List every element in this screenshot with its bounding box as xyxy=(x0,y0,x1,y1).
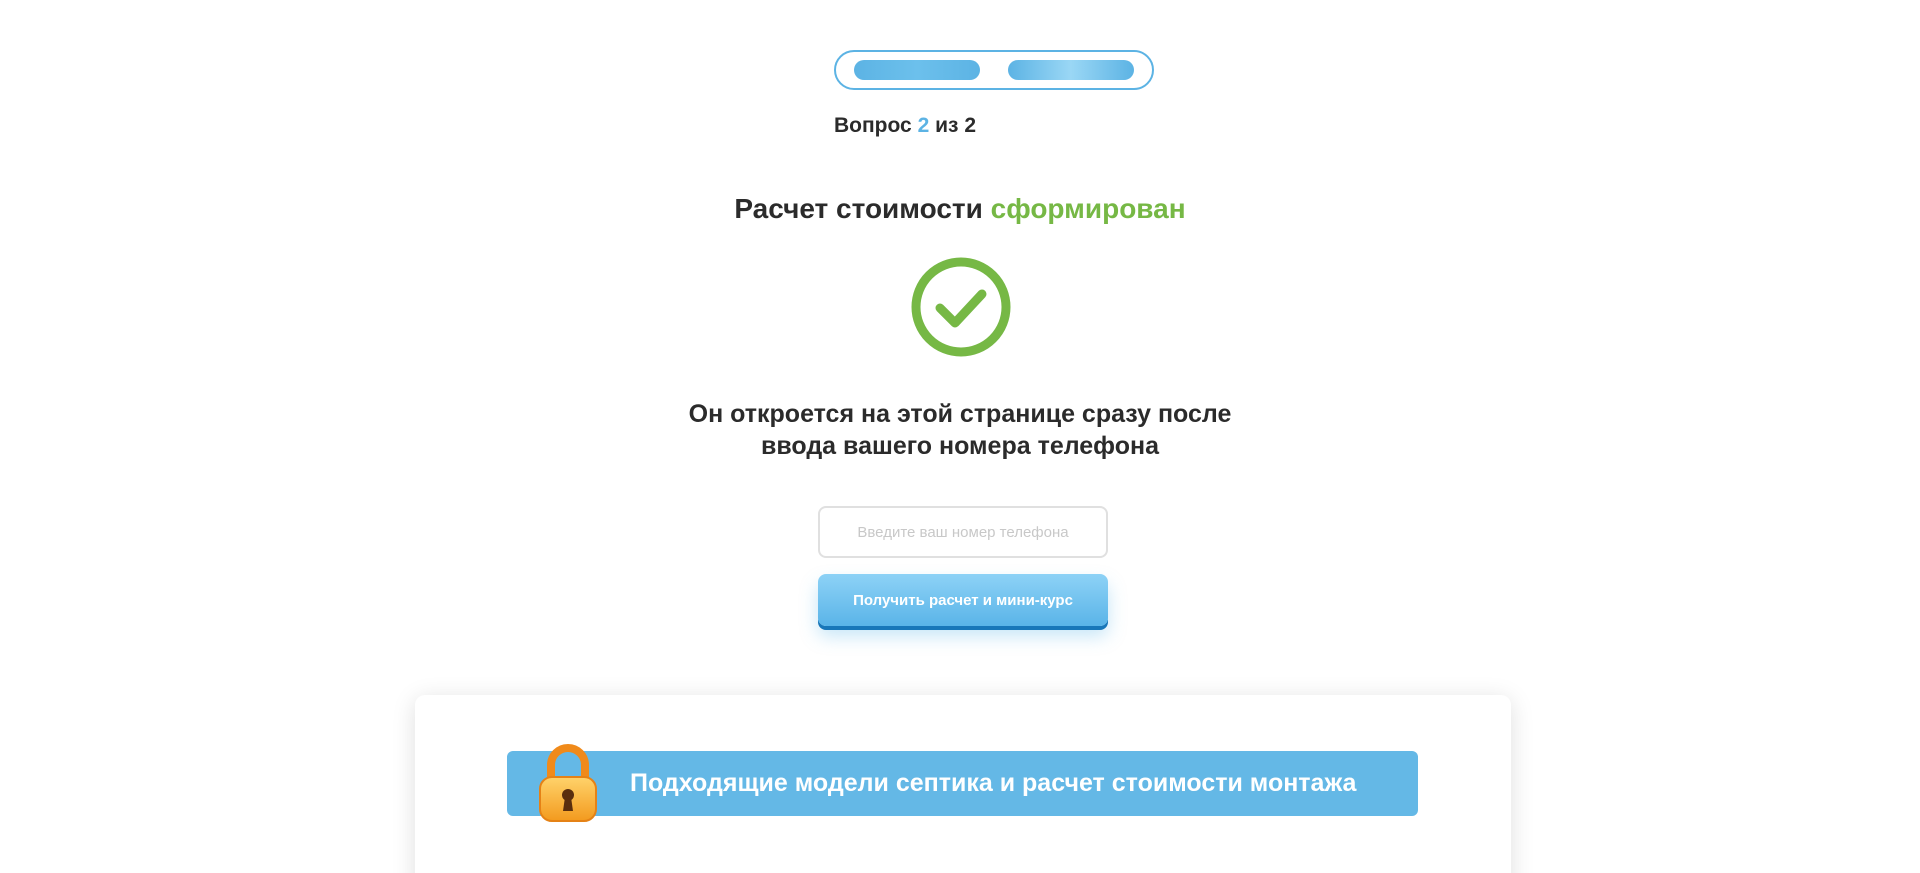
progress-segment-2 xyxy=(1008,60,1134,80)
check-circle-icon xyxy=(911,257,1011,357)
locked-results-card: Подходящие модели септика и расчет стоим… xyxy=(415,695,1511,873)
question-counter-prefix: Вопрос xyxy=(834,114,912,137)
locked-results-banner-label: Подходящие модели септика и расчет стоим… xyxy=(630,769,1357,797)
question-total-number: 2 xyxy=(964,114,977,137)
result-description-line-1: Он откроется на этой странице сразу посл… xyxy=(688,400,1232,428)
result-title-accent: сформирован xyxy=(990,193,1186,224)
padlock-icon xyxy=(539,744,597,822)
quiz-progress-bar xyxy=(834,50,1154,90)
result-description: Он откроется на этой странице сразу посл… xyxy=(0,398,1920,462)
question-current-number: 2 xyxy=(917,114,930,137)
result-description-line-2: ввода вашего номера телефона xyxy=(760,432,1160,460)
phone-input[interactable] xyxy=(818,506,1108,558)
result-title: Расчет стоимости сформирован xyxy=(0,193,1920,225)
locked-results-banner: Подходящие модели септика и расчет стоим… xyxy=(507,751,1418,816)
question-counter-middle: из xyxy=(935,114,959,137)
progress-segment-1 xyxy=(854,60,980,80)
question-counter: Вопрос 2 из 2 xyxy=(834,114,976,138)
result-title-main: Расчет стоимости xyxy=(734,193,983,224)
get-estimate-button[interactable]: Получить расчет и мини-курс xyxy=(818,574,1108,626)
